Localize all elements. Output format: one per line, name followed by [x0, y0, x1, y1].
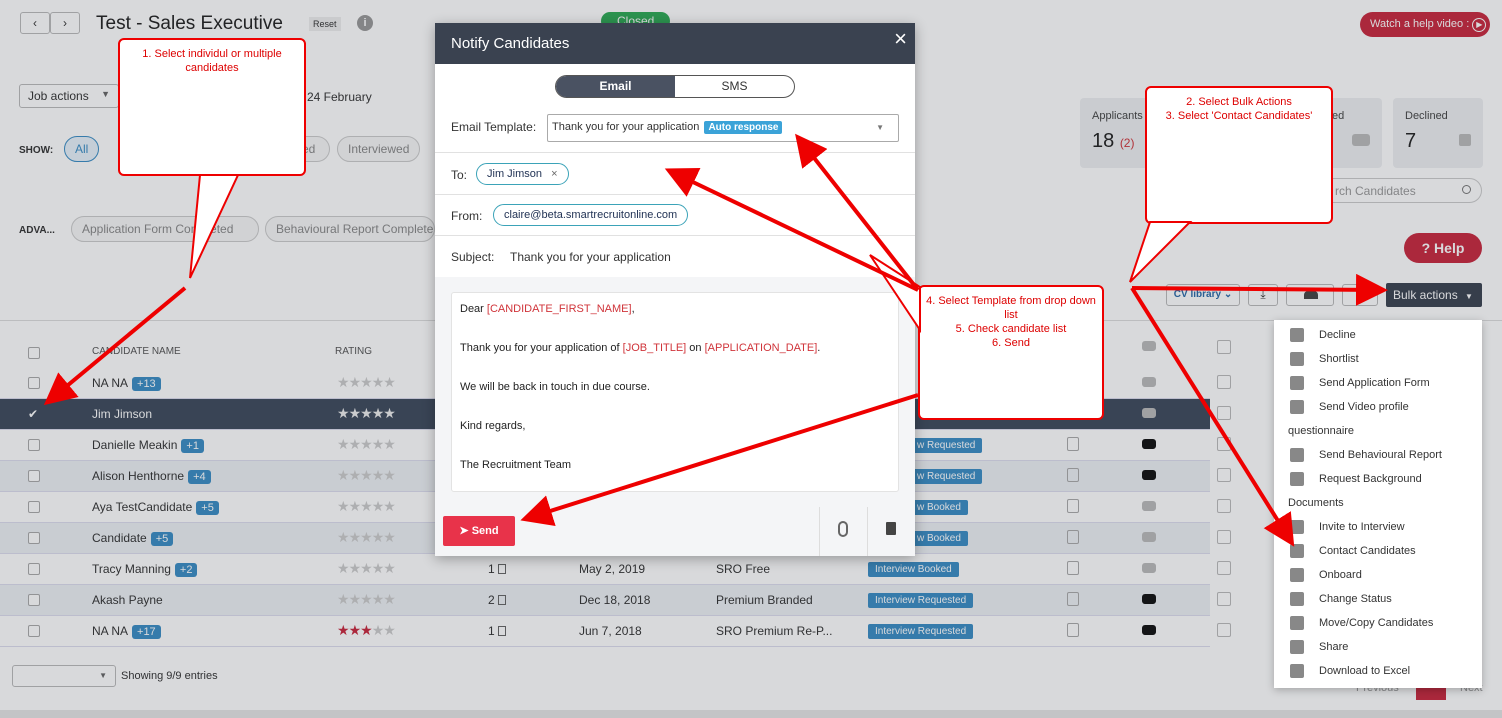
callout-line: 2. Select Bulk Actions [1186, 96, 1292, 108]
footer-divider [819, 507, 820, 556]
menu-item-icon [1290, 376, 1304, 390]
menu-item-label: Contact Candidates [1319, 545, 1416, 557]
menu-item-icon [1290, 664, 1304, 678]
menu-item-icon [1290, 568, 1304, 582]
menu-item[interactable]: Share [1274, 636, 1482, 660]
menu-item-icon [1290, 352, 1304, 366]
from-chip[interactable]: claire@beta.smartrecruitonline.com [493, 204, 689, 226]
menu-item-icon [1290, 472, 1304, 486]
menu-item-icon [1290, 592, 1304, 606]
to-label: To: [451, 168, 468, 182]
menu-item-icon [1290, 544, 1304, 558]
from-label: From: [451, 209, 483, 223]
divider [435, 235, 915, 236]
callout-bulk-actions: 2. Select Bulk Actions 3. Select 'Contac… [1145, 86, 1333, 224]
to-chip-label: Jim Jimson [487, 168, 543, 180]
menu-item[interactable]: Send Behavioural Report [1274, 444, 1482, 468]
menu-item: Documents [1274, 492, 1482, 516]
body-line: The Recruitment Team [460, 459, 572, 471]
callout-template: 4. Select Template from drop down list 5… [918, 285, 1104, 420]
callout-line: 4. Select Template from drop down list [926, 295, 1096, 321]
close-icon[interactable]: × [894, 26, 907, 52]
menu-item-icon [1290, 520, 1304, 534]
callout-line: 6. Send [992, 337, 1030, 349]
subject-label: Subject: [451, 250, 495, 264]
attachment-icon[interactable] [838, 521, 848, 537]
menu-item-label: Invite to Interview [1319, 521, 1405, 533]
template-value: Thank you for your application [552, 121, 700, 133]
menu-item-label: Send Application Form [1319, 377, 1430, 389]
menu-item-label: Move/Copy Candidates [1319, 617, 1434, 629]
bulk-actions-menu: Decline Shortlist Send Application Form Sen… [1274, 320, 1482, 688]
menu-item[interactable]: Send Video profile [1274, 396, 1482, 420]
menu-item-label: Shortlist [1319, 353, 1359, 365]
tab-email[interactable]: Email [556, 76, 675, 97]
callout-select-candidates: 1. Select individul or multiple candidat… [118, 38, 306, 176]
menu-item[interactable]: Send Application Form [1274, 372, 1482, 396]
tab-sms[interactable]: SMS [675, 76, 794, 97]
paper-plane-icon: ➤ [459, 525, 469, 537]
menu-item-icon [1290, 328, 1304, 342]
menu-item[interactable]: Download to Excel [1274, 660, 1482, 684]
body-line: Kind regards, [460, 420, 526, 432]
menu-item[interactable]: Decline [1274, 324, 1482, 348]
modal-title: Notify Candidates [451, 35, 570, 52]
divider [435, 194, 915, 195]
body-line: We will be back in touch in due course. [460, 381, 650, 393]
email-body-editor[interactable]: Dear [CANDIDATE_FIRST_NAME], Thank you f… [451, 292, 899, 492]
divider [435, 152, 915, 153]
menu-item-label: Send Video profile [1319, 401, 1409, 413]
menu-item-label: Decline [1319, 329, 1356, 341]
notify-candidates-modal: Notify Candidates × Email SMS Email Temp… [435, 23, 915, 556]
send-label: Send [471, 525, 499, 537]
menu-item[interactable]: Shortlist [1274, 348, 1482, 372]
menu-item-label: Change Status [1319, 593, 1392, 605]
menu-item-label: Documents [1288, 497, 1344, 509]
send-button[interactable]: ➤ Send [443, 516, 515, 546]
menu-item[interactable]: Request Background [1274, 468, 1482, 492]
menu-item-icon [1290, 400, 1304, 414]
menu-item-label: Onboard [1319, 569, 1362, 581]
chevron-down-icon: ▼ [876, 123, 884, 132]
template-label: Email Template: [451, 120, 537, 134]
body-line: Dear [CANDIDATE_FIRST_NAME], [460, 303, 635, 315]
subject-value[interactable]: Thank you for your application [510, 250, 671, 264]
menu-item[interactable]: Invite to Interview [1274, 516, 1482, 540]
menu-item[interactable]: Onboard [1274, 564, 1482, 588]
menu-item-label: Download to Excel [1319, 665, 1411, 677]
footer-divider [867, 507, 868, 556]
callout-line: 3. Select 'Contact Candidates' [1165, 110, 1313, 122]
menu-item-label: Share [1319, 641, 1349, 653]
menu-item-label: questionnaire [1288, 425, 1355, 437]
callout-line: 5. Check candidate list [955, 323, 1067, 335]
menu-item[interactable]: Move/Copy Candidates [1274, 612, 1482, 636]
menu-item-icon [1290, 616, 1304, 630]
to-chip[interactable]: Jim Jimson × [476, 163, 569, 185]
menu-item-icon [1290, 640, 1304, 654]
menu-item: questionnaire [1274, 420, 1482, 444]
trash-icon[interactable] [886, 522, 896, 535]
channel-toggle: Email SMS [555, 75, 795, 98]
menu-item-icon [1290, 448, 1304, 462]
modal-footer: ➤ Send [435, 507, 915, 556]
body-line: Thank you for your application of [JOB_T… [460, 342, 821, 354]
remove-icon[interactable]: × [551, 168, 557, 180]
menu-item-label: Send Behavioural Report [1319, 449, 1442, 461]
template-select[interactable]: Thank you for your application Auto resp… [547, 114, 899, 142]
modal-header: Notify Candidates × [435, 23, 915, 64]
menu-item[interactable]: Contact Candidates [1274, 540, 1482, 564]
auto-response-badge: Auto response [704, 121, 783, 134]
menu-item-label: Request Background [1319, 473, 1422, 485]
menu-item[interactable]: Change Status [1274, 588, 1482, 612]
